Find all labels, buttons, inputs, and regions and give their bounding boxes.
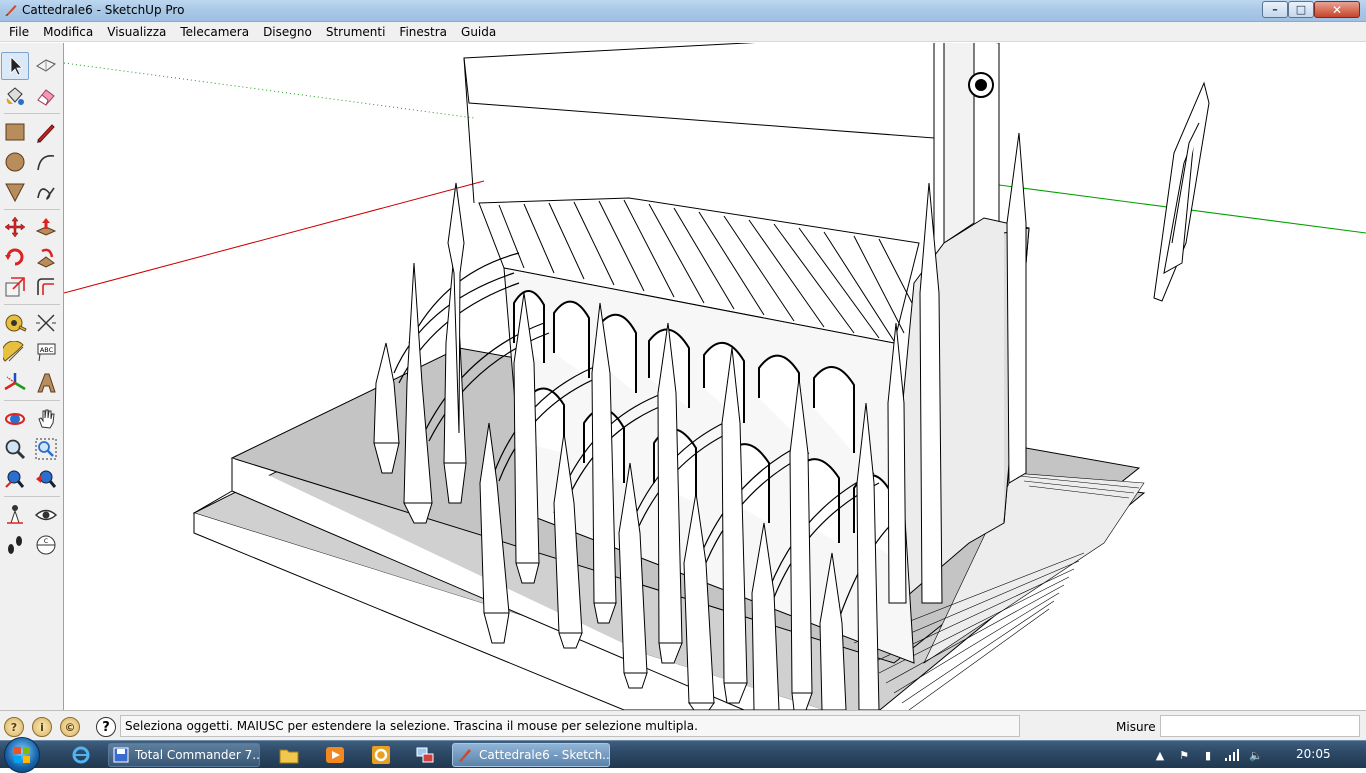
window-title: Cattedrale6 - SketchUp Pro — [22, 3, 185, 17]
floppy-icon — [113, 747, 129, 763]
sketchup-taskbar-icon — [459, 749, 471, 762]
rotate-icon[interactable] — [1, 243, 29, 271]
action-center-flag-icon[interactable]: ⚑ — [1176, 747, 1192, 763]
dimension-icon[interactable] — [32, 309, 60, 337]
status-bar: ? i © ? Seleziona oggetti. MAIUSC per es… — [0, 710, 1366, 740]
status-message-box: Seleziona oggetti. MAIUSC per estendere … — [120, 715, 1020, 737]
maximize-button[interactable]: □ — [1288, 1, 1314, 18]
menu-visualizza[interactable]: Visualizza — [100, 22, 173, 42]
network-signal-icon[interactable] — [1224, 747, 1240, 763]
zoom-window-icon[interactable] — [32, 435, 60, 463]
volume-icon[interactable]: 🔈 — [1248, 747, 1264, 763]
menu-bar: File Modifica Visualizza Telecamera Dise… — [0, 22, 1366, 42]
zoom-extents-icon[interactable] — [1, 465, 29, 493]
geo-location-icon[interactable]: ? — [4, 717, 24, 737]
paint-bucket-icon[interactable] — [1, 82, 29, 110]
minimize-button[interactable]: – — [1262, 1, 1288, 18]
svg-text:C: C — [44, 538, 48, 545]
protractor-icon[interactable] — [1, 339, 29, 367]
push-pull-icon[interactable] — [32, 213, 60, 241]
pan-icon[interactable] — [32, 405, 60, 433]
position-camera-icon[interactable] — [1, 501, 29, 529]
select-icon[interactable] — [1, 52, 29, 80]
system-tray: ▲ ⚑ ▮ 🔈 — [1150, 741, 1366, 769]
menu-disegno[interactable]: Disegno — [256, 22, 319, 42]
title-bar: Cattedrale6 - SketchUp Pro – □ ✕ — [0, 0, 1366, 22]
measurements-label: Misure — [1116, 720, 1156, 734]
menu-telecamera[interactable]: Telecamera — [173, 22, 256, 42]
menu-guida[interactable]: Guida — [454, 22, 503, 42]
model-viewport[interactable] — [64, 43, 1366, 710]
circle-icon[interactable] — [1, 148, 29, 176]
menu-strumenti[interactable]: Strumenti — [319, 22, 393, 42]
look-around-icon[interactable] — [32, 501, 60, 529]
show-hidden-icons-icon[interactable]: ▲ — [1152, 747, 1168, 763]
move-icon[interactable] — [1, 213, 29, 241]
tools-palette: ABC C — [0, 43, 64, 710]
menu-finestra[interactable]: Finestra — [392, 22, 454, 42]
battery-icon[interactable]: ▮ — [1200, 747, 1216, 763]
zoom-icon[interactable] — [1, 435, 29, 463]
orbit-icon[interactable] — [1, 405, 29, 433]
taskbar-total-commander[interactable]: Total Commander 7.... — [108, 743, 260, 767]
follow-me-icon[interactable] — [32, 243, 60, 271]
windows-logo-icon — [14, 747, 30, 763]
internet-explorer-icon[interactable] — [70, 744, 92, 766]
measurements-input[interactable] — [1160, 715, 1360, 737]
polygon-icon[interactable] — [1, 178, 29, 206]
network-app-icon[interactable] — [414, 744, 436, 766]
media-player-icon[interactable] — [324, 744, 346, 766]
credits-icon[interactable]: i — [32, 717, 52, 737]
section-plane-icon[interactable]: C — [32, 531, 60, 559]
outlook-icon[interactable] — [370, 744, 392, 766]
explorer-folder-icon[interactable] — [278, 744, 300, 766]
walk-icon[interactable] — [1, 531, 29, 559]
previous-view-icon[interactable] — [32, 465, 60, 493]
menu-modifica[interactable]: Modifica — [36, 22, 100, 42]
tape-measure-icon[interactable] — [1, 309, 29, 337]
taskbar-sketchup[interactable]: Cattedrale6 - Sketch... — [452, 743, 610, 767]
user-icon[interactable]: © — [60, 717, 80, 737]
3d-text-icon[interactable] — [32, 369, 60, 397]
instructor-help-icon[interactable]: ? — [96, 717, 116, 737]
rectangle-icon[interactable] — [1, 118, 29, 146]
scale-icon[interactable] — [1, 273, 29, 301]
svg-text:ABC: ABC — [40, 346, 54, 354]
menu-file[interactable]: File — [2, 22, 36, 42]
offset-icon[interactable] — [32, 273, 60, 301]
text-icon[interactable]: ABC — [32, 339, 60, 367]
windows-taskbar: Total Commander 7.... Cattedrale6 - Sket… — [0, 737, 1366, 773]
freehand-icon[interactable] — [32, 178, 60, 206]
close-button[interactable]: ✕ — [1314, 1, 1360, 18]
taskbar-clock[interactable]: 20:05 — [1296, 747, 1331, 761]
cathedral-3d-model[interactable] — [64, 43, 1366, 710]
axes-icon[interactable] — [1, 369, 29, 397]
status-message: Seleziona oggetti. MAIUSC per estendere … — [125, 719, 698, 733]
arc-icon[interactable] — [32, 148, 60, 176]
eraser-icon[interactable] — [32, 82, 60, 110]
sketchup-app-icon[interactable] — [4, 3, 18, 17]
line-icon[interactable] — [32, 118, 60, 146]
make-component-icon[interactable] — [32, 52, 60, 80]
